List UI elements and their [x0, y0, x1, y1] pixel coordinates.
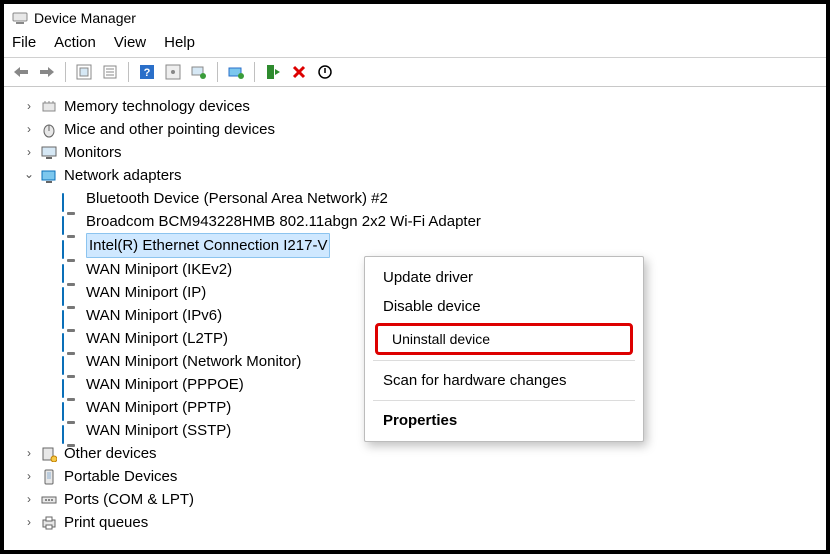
- menu-item-properties[interactable]: Properties: [365, 406, 643, 435]
- context-menu: Update driver Disable device Uninstall d…: [364, 256, 644, 442]
- menu-item-update-driver[interactable]: Update driver: [365, 263, 643, 292]
- scan-hardware-icon[interactable]: [188, 61, 210, 83]
- toolbar: ?: [4, 57, 826, 87]
- window-title: Device Manager: [34, 10, 136, 26]
- help-icon[interactable]: ?: [136, 61, 158, 83]
- menu-separator: [373, 360, 635, 361]
- network-adapter-icon: [62, 285, 80, 301]
- menu-item-scan-hardware[interactable]: Scan for hardware changes: [365, 366, 643, 395]
- device-item-selected[interactable]: Intel(R) Ethernet Connection I217-V: [62, 233, 826, 258]
- toolbar-separator: [128, 62, 129, 82]
- menu-help[interactable]: Help: [164, 34, 195, 51]
- menu-file[interactable]: File: [12, 34, 36, 51]
- device-label: WAN Miniport (SSTP): [86, 419, 231, 442]
- device-label: WAN Miniport (IKEv2): [86, 258, 232, 281]
- forward-icon[interactable]: [36, 61, 58, 83]
- tree-label: Network adapters: [64, 164, 182, 187]
- ports-icon: [40, 491, 58, 509]
- device-item[interactable]: Bluetooth Device (Personal Area Network)…: [62, 187, 826, 210]
- device-label: WAN Miniport (IP): [86, 281, 206, 304]
- back-icon[interactable]: [10, 61, 32, 83]
- menubar: File Action View Help: [4, 32, 826, 57]
- monitor-icon: [40, 144, 58, 162]
- chevron-right-icon[interactable]: ›: [22, 488, 36, 511]
- chevron-right-icon[interactable]: ›: [22, 95, 36, 118]
- toolbar-separator: [217, 62, 218, 82]
- properties-icon[interactable]: [99, 61, 121, 83]
- network-adapter-icon: [62, 238, 80, 254]
- network-adapter-icon: [62, 400, 80, 416]
- chevron-right-icon[interactable]: ›: [22, 511, 36, 534]
- network-adapter-icon: [62, 377, 80, 393]
- enable-device-icon[interactable]: [262, 61, 284, 83]
- update-driver-icon[interactable]: [225, 61, 247, 83]
- menu-action[interactable]: Action: [54, 34, 96, 51]
- device-label: WAN Miniport (IPv6): [86, 304, 222, 327]
- network-adapter-icon: [40, 167, 58, 185]
- tree-label: Other devices: [64, 442, 157, 465]
- tree-category-mice[interactable]: › Mice and other pointing devices: [22, 118, 826, 141]
- action-icon[interactable]: [162, 61, 184, 83]
- toolbar-separator: [65, 62, 66, 82]
- chevron-right-icon[interactable]: ›: [22, 465, 36, 488]
- portable-device-icon: [40, 468, 58, 486]
- tree-label: Memory technology devices: [64, 95, 250, 118]
- tree-category-monitors[interactable]: › Monitors: [22, 141, 826, 164]
- network-adapter-icon: [62, 308, 80, 324]
- tree-category-print[interactable]: › Print queues: [22, 511, 826, 534]
- highlighted-uninstall: Uninstall device: [375, 323, 633, 355]
- device-manager-window: Device Manager File Action View Help ? ›…: [0, 0, 830, 554]
- tree-category-ports[interactable]: › Ports (COM & LPT): [22, 488, 826, 511]
- tree-label: Monitors: [64, 141, 122, 164]
- disable-device-icon[interactable]: [314, 61, 336, 83]
- device-label: Bluetooth Device (Personal Area Network)…: [86, 187, 388, 210]
- tree-category-other[interactable]: › Other devices: [22, 442, 826, 465]
- network-adapter-icon: [62, 262, 80, 278]
- device-label: WAN Miniport (PPPOE): [86, 373, 244, 396]
- network-adapter-icon: [62, 423, 80, 439]
- network-adapter-icon: [62, 191, 80, 207]
- device-label: WAN Miniport (PPTP): [86, 396, 231, 419]
- device-label: Intel(R) Ethernet Connection I217-V: [86, 233, 330, 258]
- menu-separator: [373, 400, 635, 401]
- network-adapter-icon: [62, 331, 80, 347]
- network-adapter-icon: [62, 354, 80, 370]
- chevron-down-icon[interactable]: ⌄: [22, 163, 36, 186]
- device-label: WAN Miniport (Network Monitor): [86, 350, 301, 373]
- uninstall-device-icon[interactable]: [288, 61, 310, 83]
- menu-view[interactable]: View: [114, 34, 146, 51]
- tree-label: Ports (COM & LPT): [64, 488, 194, 511]
- titlebar: Device Manager: [4, 4, 826, 32]
- tree-category-network[interactable]: ⌄ Network adapters: [22, 164, 826, 187]
- tree-label: Portable Devices: [64, 465, 177, 488]
- chevron-right-icon[interactable]: ›: [22, 118, 36, 141]
- device-item[interactable]: Broadcom BCM943228HMB 802.11abgn 2x2 Wi-…: [62, 210, 826, 233]
- tree-category-memory[interactable]: › Memory technology devices: [22, 95, 826, 118]
- menu-item-uninstall-device[interactable]: Uninstall device: [392, 328, 616, 350]
- mouse-icon: [40, 121, 58, 139]
- tree-label: Print queues: [64, 511, 148, 534]
- memory-icon: [40, 98, 58, 116]
- menu-item-disable-device[interactable]: Disable device: [365, 292, 643, 321]
- chevron-right-icon[interactable]: ›: [22, 442, 36, 465]
- chevron-right-icon[interactable]: ›: [22, 141, 36, 164]
- network-adapter-icon: [62, 214, 80, 230]
- svg-text:?: ?: [144, 67, 151, 79]
- device-label: WAN Miniport (L2TP): [86, 327, 228, 350]
- tree-category-portable[interactable]: › Portable Devices: [22, 465, 826, 488]
- device-label: Broadcom BCM943228HMB 802.11abgn 2x2 Wi-…: [86, 210, 481, 233]
- toolbar-separator: [254, 62, 255, 82]
- printer-icon: [40, 514, 58, 532]
- other-devices-icon: [40, 445, 58, 463]
- app-icon: [12, 10, 28, 26]
- tree-label: Mice and other pointing devices: [64, 118, 275, 141]
- show-hidden-icon[interactable]: [73, 61, 95, 83]
